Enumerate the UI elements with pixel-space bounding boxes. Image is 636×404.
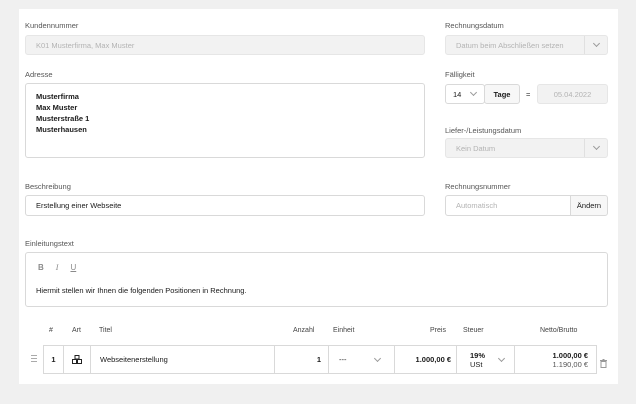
col-header-type: Art [72, 327, 81, 334]
change-number-label: Ändern [576, 201, 602, 210]
row-price-input[interactable]: 1.000,00 € [394, 345, 457, 374]
row-title: Webseitenerstellung [100, 355, 168, 364]
row-tax-rate: 19% [470, 350, 486, 360]
row-gross: 1.190,00 € [552, 359, 588, 369]
invoice-number-input[interactable]: Automatisch [445, 195, 571, 216]
italic-button[interactable]: I [56, 263, 59, 272]
chevron-down-icon [469, 88, 478, 97]
description-value: Erstellung einer Webseite [36, 201, 122, 210]
underline-button[interactable]: U [70, 263, 76, 272]
row-title-input[interactable]: Webseitenerstellung [90, 345, 275, 374]
equals-sign: = [526, 90, 531, 99]
address-label: Adresse [25, 70, 53, 79]
row-qty: 1 [316, 355, 321, 364]
row-net: 1.000,00 € [552, 350, 588, 360]
drag-handle-icon[interactable] [31, 355, 37, 362]
chevron-down-icon [592, 142, 601, 151]
bold-button[interactable]: B [38, 263, 44, 272]
row-net-gross-cell: 1.000,00 € 1.190,00 € [514, 345, 597, 374]
due-date-field[interactable]: 05.04.2022 [537, 84, 608, 104]
invoice-date-label: Rechnungsdatum [445, 21, 504, 30]
row-tax-label: USt [470, 359, 483, 369]
address-line: Musterfirma [36, 92, 79, 101]
row-num: 1 [51, 355, 56, 364]
customer-placeholder: K01 Musterfirma, Max Muster [36, 40, 135, 50]
col-header-unit: Einheit [333, 327, 355, 334]
intro-text: Hiermit stellen wir Ihnen die folgenden … [36, 286, 247, 295]
chevron-down-icon [592, 39, 601, 48]
due-days-value: 14 [453, 89, 462, 99]
col-header-qty: Anzahl [293, 327, 315, 334]
col-header-num: # [49, 327, 53, 334]
due-days-select[interactable]: 14 [445, 84, 485, 104]
invoice-date-placeholder: Datum beim Abschließen setzen [456, 40, 564, 50]
invoice-number-placeholder: Automatisch [456, 201, 498, 210]
trash-icon[interactable] [600, 355, 607, 373]
intro-editor[interactable]: B I U Hiermit stellen wir Ihnen die folg… [25, 252, 608, 307]
col-header-tax: Steuer [463, 327, 484, 334]
invoice-number-label: Rechnungsnummer [445, 182, 511, 191]
items-icon [72, 355, 82, 364]
row-unit-select[interactable]: --- [328, 345, 395, 374]
chevron-down-icon [497, 354, 506, 363]
due-label: Fälligkeit [445, 70, 475, 79]
delivery-date-select[interactable]: Kein Datum [445, 138, 608, 158]
address-line: Musterhausen [36, 125, 87, 134]
invoice-date-select[interactable]: Datum beim Abschließen setzen [445, 35, 608, 55]
select-divider [584, 36, 585, 54]
row-price: 1.000,00 € [415, 355, 451, 364]
row-num-cell: 1 [43, 345, 64, 374]
address-line: Max Muster [36, 103, 78, 112]
chevron-down-icon [373, 354, 382, 363]
col-header-price: Preis [430, 327, 446, 334]
description-input[interactable]: Erstellung einer Webseite [25, 195, 425, 216]
customer-field[interactable]: K01 Musterfirma, Max Muster [25, 35, 425, 55]
due-date-value: 05.04.2022 [553, 89, 592, 99]
address-textarea[interactable]: Musterfirma Max Muster Musterstraße 1 Mu… [25, 83, 425, 158]
due-unit: Tage [484, 84, 520, 104]
row-type-cell[interactable] [63, 345, 91, 374]
delivery-date-placeholder: Kein Datum [456, 143, 496, 153]
address-line: Musterstraße 1 [36, 114, 90, 123]
customer-label: Kundennummer [25, 21, 79, 30]
change-number-button[interactable]: Ändern [570, 195, 608, 216]
row-qty-input[interactable]: 1 [274, 345, 329, 374]
row-unit: --- [339, 355, 347, 364]
intro-label: Einleitungstext [25, 239, 74, 248]
due-unit-label: Tage [493, 89, 511, 99]
row-tax-select[interactable]: 19% USt [456, 345, 515, 374]
description-label: Beschreibung [25, 182, 71, 191]
col-header-net-gross: Netto/Brutto [540, 327, 578, 334]
col-header-title: Titel [99, 327, 112, 334]
select-divider [584, 139, 585, 157]
delivery-date-label: Liefer-/Leistungsdatum [445, 126, 522, 135]
